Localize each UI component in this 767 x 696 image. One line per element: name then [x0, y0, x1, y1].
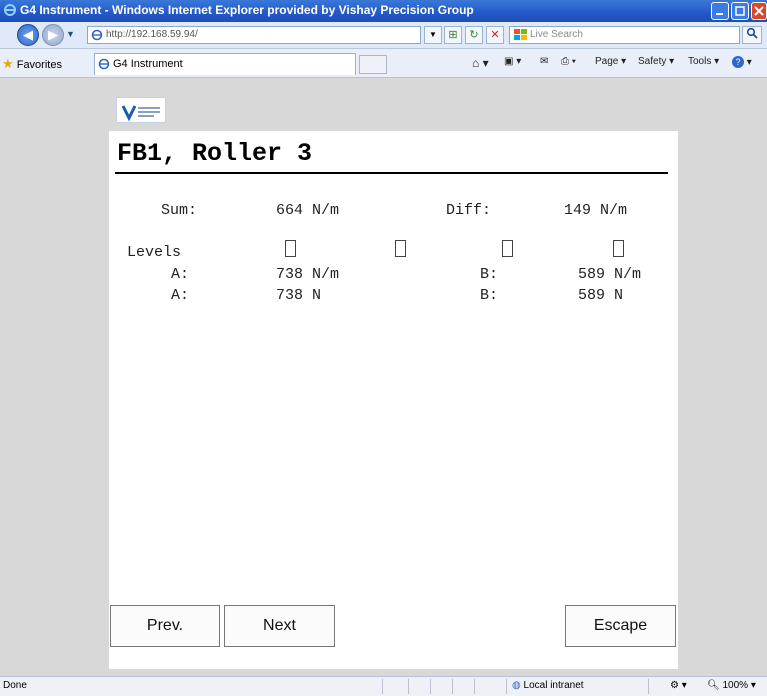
new-tab-button[interactable]	[359, 55, 387, 74]
sum-label: Sum:	[161, 202, 198, 219]
mail-button[interactable]: ✉	[540, 56, 548, 67]
force-b-value: 589 N	[578, 287, 624, 304]
compatibility-icon: ⊞	[448, 29, 458, 41]
minimize-icon	[716, 13, 723, 15]
zone-label: Local intranet	[523, 680, 584, 691]
help-icon: ?	[732, 56, 744, 68]
home-icon: ⌂	[472, 56, 480, 70]
zoom-icon: 🔍︎	[707, 680, 720, 691]
vpg-logo	[116, 97, 166, 123]
status-divider	[408, 679, 409, 694]
print-icon: ⎙	[561, 56, 569, 67]
level-b-value: 589 N/m	[578, 266, 642, 283]
search-input[interactable]: Live Search	[509, 26, 740, 44]
zoom-button[interactable]: 🔍︎ 100% ▾	[707, 680, 756, 691]
internet-explorer-icon	[4, 4, 16, 16]
maximize-button[interactable]	[731, 2, 749, 20]
force-b-label: B:	[480, 287, 499, 304]
levels-label: Levels	[127, 244, 182, 261]
maximize-icon	[735, 6, 745, 16]
escape-button[interactable]: Escape	[565, 605, 676, 647]
refresh-button[interactable]: ↻	[465, 26, 483, 44]
level-indicator-2[interactable]	[395, 240, 406, 257]
tools-menu[interactable]: Tools ▾	[688, 56, 719, 67]
compatibility-view-button[interactable]: ⊞	[444, 26, 462, 44]
stop-icon: ✕	[490, 29, 500, 41]
tab-g4-instrument[interactable]: G4 Instrument	[94, 53, 356, 75]
status-divider	[506, 679, 507, 694]
status-text: Done	[3, 680, 27, 691]
protected-mode-button[interactable]: ⚙ ▾	[670, 680, 687, 691]
back-button[interactable]: ◀	[17, 24, 39, 46]
status-divider	[382, 679, 383, 694]
home-button[interactable]: ⌂ ▾	[472, 56, 489, 70]
live-search-icon	[514, 29, 527, 40]
force-a-label: A:	[171, 287, 190, 304]
sum-value: 664 N/m	[276, 202, 340, 219]
page-title: FB1, Roller 3	[117, 139, 313, 168]
history-dropdown-icon[interactable]: ▼	[66, 29, 75, 39]
minimize-button[interactable]	[711, 2, 729, 20]
prev-button[interactable]: Prev.	[110, 605, 220, 647]
force-a-value: 738 N	[276, 287, 322, 304]
favorites-button[interactable]: ★ Favorites	[2, 56, 62, 72]
address-toolbar: ◀ ▶ ▼ http://192.168.59.94/ ▼ ⊞ ↻ ✕ Live…	[0, 22, 767, 49]
refresh-icon: ↻	[469, 29, 479, 41]
level-indicator-3[interactable]	[502, 240, 513, 257]
level-indicator-4[interactable]	[613, 240, 624, 257]
status-divider	[474, 679, 475, 694]
close-icon	[754, 6, 764, 16]
close-window-button[interactable]	[751, 2, 767, 20]
status-divider	[430, 679, 431, 694]
intranet-globe-icon: ◍	[512, 680, 521, 691]
instrument-panel: FB1, Roller 3 Sum: 664 N/m Diff: 149 N/m…	[109, 131, 678, 669]
star-icon: ★	[2, 56, 14, 71]
address-dropdown-button[interactable]: ▼	[424, 26, 442, 44]
safety-menu[interactable]: Safety ▾	[638, 56, 674, 67]
chevron-down-icon: ▼	[429, 30, 437, 39]
level-indicator-1[interactable]	[285, 240, 296, 257]
print-button[interactable]: ⎙ ▾	[561, 56, 576, 67]
level-a-label: A:	[171, 266, 190, 283]
next-button[interactable]: Next	[224, 605, 335, 647]
search-button[interactable]	[742, 26, 762, 44]
security-zone[interactable]: ◍ Local intranet	[512, 680, 584, 691]
feeds-icon: ▣	[504, 56, 514, 67]
gear-icon: ⚙	[670, 680, 679, 691]
favorites-bar: ★ Favorites G4 Instrument ⌂ ▾ ▣ ▾ ✉ ⎙ ▾ …	[0, 49, 767, 78]
diff-value: 149 N/m	[564, 202, 628, 219]
status-bar: Done ◍ Local intranet ⚙ ▾ 🔍︎ 100% ▾	[0, 676, 767, 696]
page-menu[interactable]: Page ▾	[595, 56, 626, 67]
status-divider	[452, 679, 453, 694]
status-divider	[648, 679, 649, 694]
search-placeholder: Live Search	[530, 29, 583, 40]
tab-page-icon	[98, 58, 110, 70]
forward-arrow-icon: ▶	[48, 27, 58, 42]
page-icon	[91, 29, 103, 41]
forward-button[interactable]: ▶	[42, 24, 64, 46]
title-divider	[115, 172, 668, 174]
level-b-label: B:	[480, 266, 499, 283]
window-title-bar: G4 Instrument - Windows Internet Explore…	[0, 0, 767, 22]
diff-label: Diff:	[446, 202, 492, 219]
vishay-logo-icon	[121, 105, 160, 122]
stop-button[interactable]: ✕	[486, 26, 504, 44]
back-arrow-icon: ◀	[23, 27, 33, 42]
favorites-label: Favorites	[16, 59, 62, 71]
level-a-value: 738 N/m	[276, 266, 340, 283]
address-field[interactable]: http://192.168.59.94/	[87, 26, 421, 44]
address-url: http://192.168.59.94/	[106, 29, 198, 40]
mail-icon: ✉	[540, 56, 549, 67]
tab-title: G4 Instrument	[113, 58, 183, 70]
zoom-level: 100%	[722, 680, 749, 691]
help-button[interactable]: ? ▾	[732, 56, 752, 68]
search-icon	[746, 27, 758, 39]
window-title: G4 Instrument - Windows Internet Explore…	[20, 3, 474, 17]
feeds-button[interactable]: ▣ ▾	[504, 56, 521, 67]
